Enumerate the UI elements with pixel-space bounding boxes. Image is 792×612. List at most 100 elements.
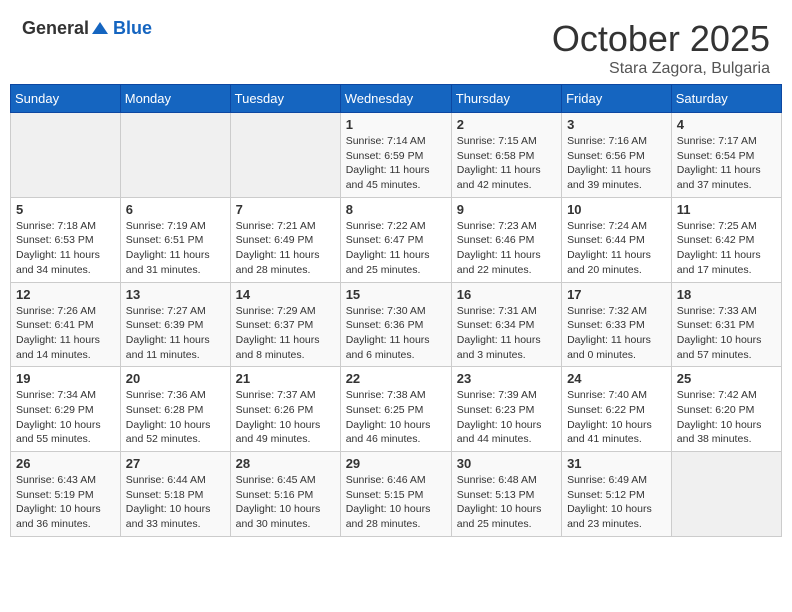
calendar-cell: 23 Sunrise: 7:39 AM Sunset: 6:23 PM Dayli… bbox=[451, 367, 561, 452]
calendar-cell: 15 Sunrise: 7:30 AM Sunset: 6:36 PM Dayli… bbox=[340, 282, 451, 367]
location: Stara Zagora, Bulgaria bbox=[552, 60, 770, 78]
day-number: 21 bbox=[236, 371, 335, 386]
day-number: 29 bbox=[346, 456, 446, 471]
logo: General Blue bbox=[22, 18, 152, 40]
calendar-week-4: 26Sunrise: 6:43 AM Sunset: 5:19 PM Dayli… bbox=[11, 452, 782, 537]
calendar-cell: 13Sunrise: 7:27 AM Sunset: 6:39 PM Dayli… bbox=[120, 282, 230, 367]
day-number: 14 bbox=[236, 287, 335, 302]
calendar-cell: 14 Sunrise: 7:29 AM Sunset: 6:37 PM Dayli… bbox=[230, 282, 340, 367]
day-info: Sunrise: 7:36 AM Sunset: 6:28 PM Dayligh… bbox=[126, 388, 225, 447]
day-number: 10 bbox=[567, 202, 666, 217]
day-info: Sunrise: 7:18 AM Sunset: 6:53 PM Dayligh… bbox=[16, 219, 115, 278]
day-number: 2 bbox=[457, 117, 556, 132]
day-number: 17 bbox=[567, 287, 666, 302]
day-number: 12 bbox=[16, 287, 115, 302]
day-number: 6 bbox=[126, 202, 225, 217]
weekday-header-row: SundayMondayTuesdayWednesdayThursdayFrid… bbox=[11, 85, 782, 113]
day-info: Sunrise: 7:26 AM Sunset: 6:41 PM Dayligh… bbox=[16, 304, 115, 363]
day-info: Sunrise: 7:40 AM Sunset: 6:22 PM Dayligh… bbox=[567, 388, 666, 447]
calendar-cell: 20 Sunrise: 7:36 AM Sunset: 6:28 PM Dayli… bbox=[120, 367, 230, 452]
calendar-cell bbox=[120, 113, 230, 198]
day-number: 22 bbox=[346, 371, 446, 386]
calendar-cell bbox=[11, 113, 121, 198]
day-number: 5 bbox=[16, 202, 115, 217]
weekday-header-thursday: Thursday bbox=[451, 85, 561, 113]
day-info: Sunrise: 7:22 AM Sunset: 6:47 PM Dayligh… bbox=[346, 219, 446, 278]
day-number: 4 bbox=[677, 117, 776, 132]
day-number: 15 bbox=[346, 287, 446, 302]
day-info: Sunrise: 7:23 AM Sunset: 6:46 PM Dayligh… bbox=[457, 219, 556, 278]
weekday-header-wednesday: Wednesday bbox=[340, 85, 451, 113]
day-info: Sunrise: 6:45 AM Sunset: 5:16 PM Dayligh… bbox=[236, 473, 335, 532]
day-info: Sunrise: 6:49 AM Sunset: 5:12 PM Dayligh… bbox=[567, 473, 666, 532]
weekday-header-saturday: Saturday bbox=[671, 85, 781, 113]
calendar-cell bbox=[671, 452, 781, 537]
calendar-cell: 16 Sunrise: 7:31 AM Sunset: 6:34 PM Dayli… bbox=[451, 282, 561, 367]
calendar-cell: 24 Sunrise: 7:40 AM Sunset: 6:22 PM Dayli… bbox=[562, 367, 672, 452]
calendar-week-3: 19 Sunrise: 7:34 AM Sunset: 6:29 PM Dayli… bbox=[11, 367, 782, 452]
day-number: 19 bbox=[16, 371, 115, 386]
day-info: Sunrise: 7:29 AM Sunset: 6:37 PM Dayligh… bbox=[236, 304, 335, 363]
day-number: 27 bbox=[126, 456, 225, 471]
weekday-header-monday: Monday bbox=[120, 85, 230, 113]
day-number: 3 bbox=[567, 117, 666, 132]
calendar-cell: 4 Sunrise: 7:17 AM Sunset: 6:54 PM Daylig… bbox=[671, 113, 781, 198]
month-title: October 2025 bbox=[552, 18, 770, 60]
day-number: 23 bbox=[457, 371, 556, 386]
title-block: October 2025 Stara Zagora, Bulgaria bbox=[552, 18, 770, 78]
day-number: 9 bbox=[457, 202, 556, 217]
calendar-table: SundayMondayTuesdayWednesdayThursdayFrid… bbox=[10, 84, 782, 537]
day-info: Sunrise: 6:44 AM Sunset: 5:18 PM Dayligh… bbox=[126, 473, 225, 532]
day-info: Sunrise: 6:48 AM Sunset: 5:13 PM Dayligh… bbox=[457, 473, 556, 532]
day-info: Sunrise: 7:31 AM Sunset: 6:34 PM Dayligh… bbox=[457, 304, 556, 363]
day-number: 7 bbox=[236, 202, 335, 217]
calendar-cell: 6 Sunrise: 7:19 AM Sunset: 6:51 PM Daylig… bbox=[120, 197, 230, 282]
logo-blue: Blue bbox=[113, 18, 152, 38]
day-info: Sunrise: 7:19 AM Sunset: 6:51 PM Dayligh… bbox=[126, 219, 225, 278]
day-info: Sunrise: 7:15 AM Sunset: 6:58 PM Dayligh… bbox=[457, 134, 556, 193]
calendar-cell: 1 Sunrise: 7:14 AM Sunset: 6:59 PM Daylig… bbox=[340, 113, 451, 198]
day-info: Sunrise: 7:17 AM Sunset: 6:54 PM Dayligh… bbox=[677, 134, 776, 193]
day-number: 1 bbox=[346, 117, 446, 132]
day-number: 24 bbox=[567, 371, 666, 386]
calendar-cell: 21 Sunrise: 7:37 AM Sunset: 6:26 PM Dayli… bbox=[230, 367, 340, 452]
day-number: 8 bbox=[346, 202, 446, 217]
day-info: Sunrise: 7:24 AM Sunset: 6:44 PM Dayligh… bbox=[567, 219, 666, 278]
day-number: 16 bbox=[457, 287, 556, 302]
calendar-cell: 28 Sunrise: 6:45 AM Sunset: 5:16 PM Dayli… bbox=[230, 452, 340, 537]
calendar-cell bbox=[230, 113, 340, 198]
day-info: Sunrise: 7:25 AM Sunset: 6:42 PM Dayligh… bbox=[677, 219, 776, 278]
day-info: Sunrise: 7:42 AM Sunset: 6:20 PM Dayligh… bbox=[677, 388, 776, 447]
day-number: 25 bbox=[677, 371, 776, 386]
day-info: Sunrise: 7:32 AM Sunset: 6:33 PM Dayligh… bbox=[567, 304, 666, 363]
day-info: Sunrise: 7:39 AM Sunset: 6:23 PM Dayligh… bbox=[457, 388, 556, 447]
weekday-header-tuesday: Tuesday bbox=[230, 85, 340, 113]
weekday-header-friday: Friday bbox=[562, 85, 672, 113]
day-number: 28 bbox=[236, 456, 335, 471]
calendar-cell: 30 Sunrise: 6:48 AM Sunset: 5:13 PM Dayli… bbox=[451, 452, 561, 537]
calendar-cell: 19 Sunrise: 7:34 AM Sunset: 6:29 PM Dayli… bbox=[11, 367, 121, 452]
calendar-week-1: 5 Sunrise: 7:18 AM Sunset: 6:53 PM Daylig… bbox=[11, 197, 782, 282]
day-info: Sunrise: 7:14 AM Sunset: 6:59 PM Dayligh… bbox=[346, 134, 446, 193]
day-number: 20 bbox=[126, 371, 225, 386]
day-number: 18 bbox=[677, 287, 776, 302]
day-info: Sunrise: 7:37 AM Sunset: 6:26 PM Dayligh… bbox=[236, 388, 335, 447]
calendar-cell: 27 Sunrise: 6:44 AM Sunset: 5:18 PM Dayli… bbox=[120, 452, 230, 537]
calendar-cell: 22Sunrise: 7:38 AM Sunset: 6:25 PM Dayli… bbox=[340, 367, 451, 452]
day-info: Sunrise: 7:33 AM Sunset: 6:31 PM Dayligh… bbox=[677, 304, 776, 363]
calendar-cell: 29 Sunrise: 6:46 AM Sunset: 5:15 PM Dayli… bbox=[340, 452, 451, 537]
day-info: Sunrise: 7:34 AM Sunset: 6:29 PM Dayligh… bbox=[16, 388, 115, 447]
calendar-cell: 9 Sunrise: 7:23 AM Sunset: 6:46 PM Daylig… bbox=[451, 197, 561, 282]
logo-icon bbox=[89, 20, 111, 40]
calendar-cell: 7Sunrise: 7:21 AM Sunset: 6:49 PM Daylig… bbox=[230, 197, 340, 282]
day-number: 26 bbox=[16, 456, 115, 471]
calendar-cell: 8 Sunrise: 7:22 AM Sunset: 6:47 PM Daylig… bbox=[340, 197, 451, 282]
day-info: Sunrise: 6:46 AM Sunset: 5:15 PM Dayligh… bbox=[346, 473, 446, 532]
calendar-week-2: 12 Sunrise: 7:26 AM Sunset: 6:41 PM Dayli… bbox=[11, 282, 782, 367]
day-info: Sunrise: 7:30 AM Sunset: 6:36 PM Dayligh… bbox=[346, 304, 446, 363]
calendar-cell: 31Sunrise: 6:49 AM Sunset: 5:12 PM Dayli… bbox=[562, 452, 672, 537]
day-number: 30 bbox=[457, 456, 556, 471]
page-header: General Blue October 2025 Stara Zagora, … bbox=[10, 10, 782, 84]
calendar-cell: 25 Sunrise: 7:42 AM Sunset: 6:20 PM Dayli… bbox=[671, 367, 781, 452]
calendar-cell: 17 Sunrise: 7:32 AM Sunset: 6:33 PM Dayli… bbox=[562, 282, 672, 367]
